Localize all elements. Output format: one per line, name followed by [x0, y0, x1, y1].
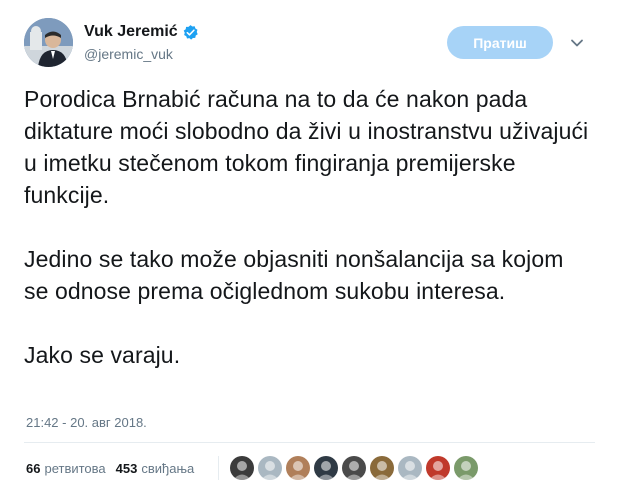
liker-avatar-7[interactable] [397, 455, 424, 481]
author-fullname-row[interactable]: Vuk Jeremić [84, 22, 199, 42]
liker-avatar-9[interactable] [453, 455, 480, 481]
tweet-stats: 66 ретвитова 453 свиђања [26, 455, 480, 481]
author-name[interactable]: Vuk Jeremić [84, 22, 178, 42]
liker-avatar-2[interactable] [257, 455, 284, 481]
likes-label: свиђања [141, 460, 195, 476]
tweet-timestamp[interactable]: 21:42 - 20. авг 2018. [26, 415, 147, 430]
liker-avatar-4[interactable] [313, 455, 340, 481]
author-handle[interactable]: @jeremic_vuk [84, 44, 199, 64]
likes-count: 453 [115, 460, 138, 476]
verified-badge-icon [182, 24, 199, 41]
tweet-header: Vuk Jeremić @jeremic_vuk Пратиш [24, 18, 596, 68]
liker-avatar-1[interactable] [229, 455, 256, 481]
stats-divider [24, 442, 595, 443]
retweets-count: 66 [26, 460, 41, 476]
author-avatar[interactable] [24, 18, 73, 67]
likers-avatar-list [229, 455, 480, 481]
tweet-card: Vuk Jeremić @jeremic_vuk Пратиш Porodica… [0, 0, 621, 487]
liker-avatar-8[interactable] [425, 455, 452, 481]
retweets-stat[interactable]: 66 ретвитова [26, 461, 106, 476]
stats-separator [218, 456, 220, 480]
author-names: Vuk Jeremić @jeremic_vuk [84, 22, 199, 64]
tweet-paragraph-2: Jedino se tako može objasniti nonšalanci… [24, 246, 564, 304]
likes-stat[interactable]: 453 свиђања [116, 461, 195, 476]
liker-avatar-3[interactable] [285, 455, 312, 481]
liker-avatar-6[interactable] [369, 455, 396, 481]
retweets-label: ретвитова [44, 460, 106, 476]
liker-avatar-5[interactable] [341, 455, 368, 481]
tweet-text: Porodica Brnabić računa na to da će nako… [24, 83, 594, 403]
tweet-paragraph-1: Porodica Brnabić računa na to da će nako… [24, 86, 589, 208]
following-button[interactable]: Пратиш [447, 26, 553, 59]
tweet-paragraph-3: Jako se varaju. [24, 342, 181, 368]
chevron-down-icon[interactable] [570, 36, 584, 50]
